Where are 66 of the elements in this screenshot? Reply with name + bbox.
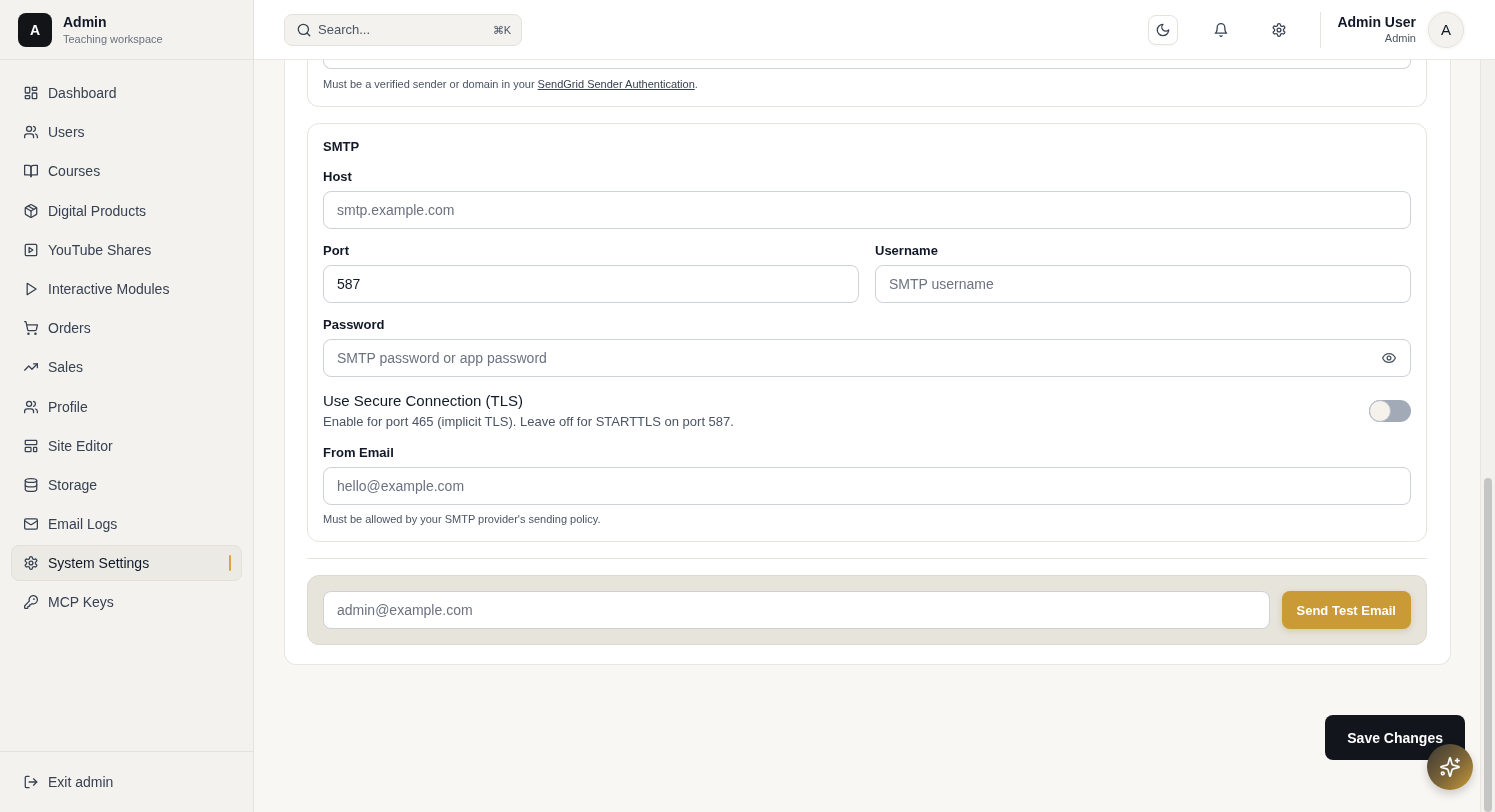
- user-name: Admin User: [1337, 14, 1416, 31]
- sparkle-icon: [1440, 757, 1460, 777]
- field-label: Username: [875, 243, 939, 259]
- layout-icon: [24, 438, 38, 453]
- input-field[interactable]: SMTP username: [875, 265, 1411, 303]
- assistant-button[interactable]: [1427, 744, 1473, 790]
- active-indicator-icon: [229, 555, 231, 572]
- save-changes-button[interactable]: Save Changes: [1325, 715, 1465, 760]
- theme-toggle-button[interactable]: [1148, 14, 1179, 45]
- input-field[interactable]: 587: [323, 265, 859, 303]
- setting-description: Enable for port 465 (implicit TLS). Leave off for STARTTLS on port 587.: [323, 413, 734, 431]
- nav-item[interactable]: YouTube Shares: [11, 231, 242, 268]
- nav-item[interactable]: Dashboard: [11, 75, 242, 111]
- play-square-icon: [24, 242, 38, 257]
- shortcut-hint: ⌘K: [492, 22, 511, 37]
- field-label: From Email: [323, 445, 395, 461]
- brand-logo: A: [18, 12, 52, 47]
- password-field[interactable]: SMTP password or app password: [323, 339, 1411, 377]
- key-icon: [24, 595, 38, 610]
- input-field[interactable]: admin@example.com: [323, 591, 1270, 629]
- input-field[interactable]: [323, 60, 1411, 69]
- setting-title: Use Secure Connection (TLS): [323, 391, 525, 411]
- sendgrid-link[interactable]: SendGrid Sender Authentication: [537, 78, 695, 90]
- users-icon: [24, 125, 38, 140]
- field-label: Host: [323, 169, 353, 185]
- database-icon: [24, 477, 38, 492]
- nav-item[interactable]: Interactive Modules: [11, 270, 242, 307]
- logout-icon: [24, 775, 38, 789]
- grid-icon: [24, 86, 38, 100]
- settings-icon: [1272, 22, 1287, 37]
- nav-item[interactable]: Sales: [11, 349, 242, 386]
- eye-icon[interactable]: [1382, 351, 1396, 365]
- section-title: SMTP: [323, 139, 361, 155]
- nav-item[interactable]: Profile: [11, 388, 242, 425]
- input-field[interactable]: smtp.example.com: [323, 191, 1411, 229]
- help-text: Must be allowed by your SMTP provider's sending policy.: [323, 512, 602, 526]
- users-icon: [24, 399, 38, 414]
- workspace-name: Admin: [63, 13, 108, 31]
- play-icon: [24, 281, 38, 296]
- nav-item[interactable]: Email Logs: [11, 506, 242, 543]
- workspace-subtitle: Teaching workspace: [63, 31, 163, 46]
- nav-item[interactable]: MCP Keys: [11, 584, 242, 621]
- settings-icon: [24, 556, 38, 571]
- package-icon: [24, 203, 38, 218]
- toggle-switch[interactable]: [1369, 400, 1411, 422]
- mail-icon: [24, 517, 38, 532]
- exit-link[interactable]: Exit admin: [11, 764, 242, 800]
- search-icon: [297, 22, 311, 37]
- bell-icon: [1214, 22, 1229, 37]
- cart-icon: [24, 321, 38, 336]
- field-label: Password: [323, 317, 386, 333]
- input-field[interactable]: hello@example.com: [323, 467, 1411, 505]
- nav-item[interactable]: Site Editor: [11, 427, 242, 464]
- moon-icon: [1156, 22, 1171, 37]
- nav-item[interactable]: Storage: [11, 466, 242, 503]
- nav-item[interactable]: System Settings: [11, 545, 242, 582]
- help-text: Must be a verified sender or domain in your SendGrid Sender Authentication.: [323, 77, 699, 91]
- nav-item[interactable]: Courses: [11, 153, 242, 190]
- scrollbar-thumb[interactable]: [1484, 478, 1492, 812]
- field-label: Port: [323, 243, 350, 259]
- nav-item[interactable]: Users: [11, 114, 242, 151]
- user-role: Admin: [1383, 31, 1416, 45]
- nav-item[interactable]: Orders: [11, 310, 242, 347]
- book-icon: [24, 164, 38, 179]
- nav-item[interactable]: Digital Products: [11, 192, 242, 229]
- user-avatar[interactable]: A: [1428, 11, 1464, 48]
